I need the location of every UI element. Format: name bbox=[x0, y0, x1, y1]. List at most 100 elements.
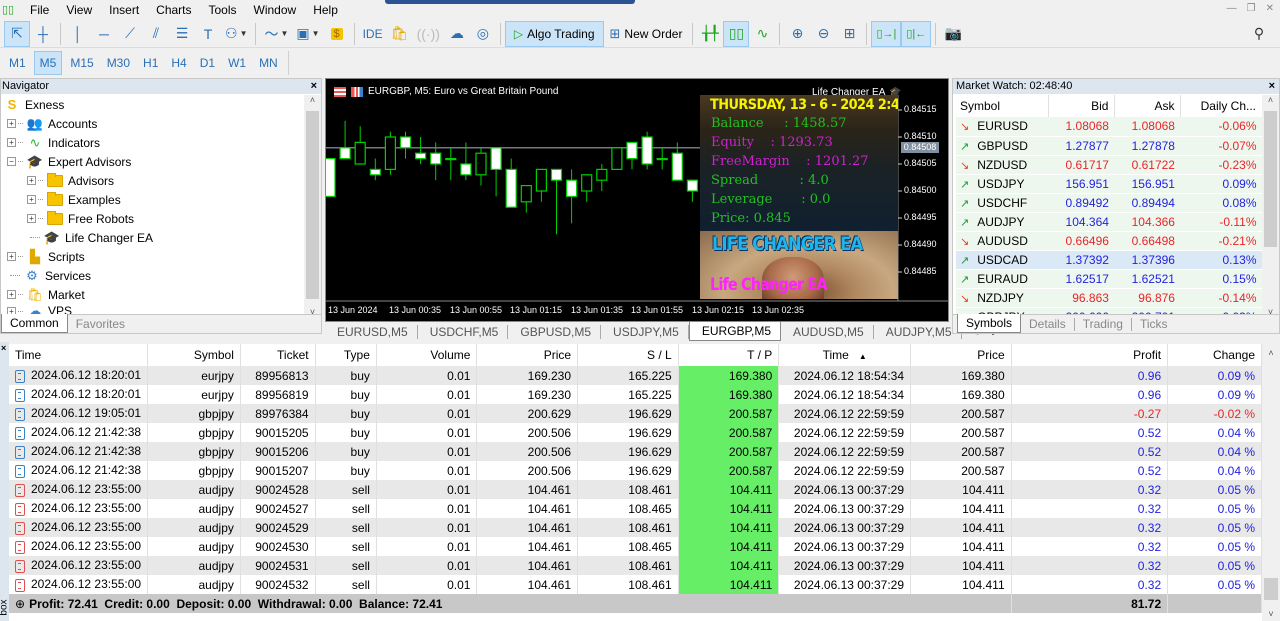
column-change[interactable]: Change bbox=[1167, 344, 1262, 366]
nav-item-life-changer-ea[interactable]: 🎓 Life Changer EA bbox=[30, 228, 153, 247]
tab-ticks[interactable]: Ticks bbox=[1132, 317, 1176, 331]
line-chart-button[interactable]: ∿ bbox=[749, 21, 775, 47]
chart-shift-button[interactable]: ▯|← bbox=[901, 20, 932, 47]
market-watch-row[interactable]: ↘ NZDUSD 0.61717 0.61722 -0.23% bbox=[956, 155, 1263, 175]
timeframe-w1[interactable]: W1 bbox=[223, 51, 251, 75]
column-tp[interactable]: T / P bbox=[678, 344, 780, 366]
chart-tab-usdchf[interactable]: USDCHF,M5 bbox=[418, 324, 509, 339]
scroll-up-icon[interactable]: ˄ bbox=[1262, 348, 1280, 358]
fibonacci-button[interactable]: ☰ bbox=[169, 21, 195, 47]
timeframe-h1[interactable]: H1 bbox=[138, 51, 163, 75]
scrollbar-thumb[interactable] bbox=[1264, 111, 1277, 247]
column-close-price[interactable]: Price bbox=[910, 344, 1012, 366]
crosshair-tool-button[interactable]: ┼ bbox=[30, 21, 56, 47]
menu-window[interactable]: Window bbox=[248, 3, 308, 17]
market-watch-scrollbar[interactable]: ˄ ˅ bbox=[1262, 95, 1279, 317]
column-symbol[interactable]: Symbol bbox=[147, 344, 241, 366]
new-order-button[interactable]: ⊞ New Order bbox=[604, 21, 689, 47]
tab-favorites[interactable]: Favorites bbox=[68, 315, 133, 333]
trade-row[interactable]: 2024.06.12 23:55:00 audjpy 90024529 sell 0.0… bbox=[9, 518, 1262, 537]
market-watch-row[interactable]: ↘ EURUSD 1.08068 1.08068 -0.06% bbox=[956, 117, 1263, 137]
chart-window[interactable]: EURGBP, M5: Euro vs Great Britain Pound … bbox=[325, 78, 949, 322]
tab-trading[interactable]: Trading bbox=[1075, 317, 1132, 331]
cursor-tool-button[interactable]: ⇱ bbox=[4, 20, 30, 47]
nav-item-services[interactable]: ⚙ Services bbox=[10, 266, 91, 285]
close-icon[interactable]: × bbox=[1269, 79, 1275, 94]
signals-button[interactable]: $ bbox=[324, 21, 350, 47]
nav-item-expert-advisors[interactable]: − 🎓 Expert Advisors bbox=[7, 152, 131, 171]
column-price[interactable]: Price bbox=[476, 344, 579, 366]
expand-icon[interactable]: + bbox=[7, 138, 16, 147]
scroll-down-icon[interactable]: ˅ bbox=[1262, 609, 1280, 619]
minimize-icon[interactable]: — bbox=[1227, 3, 1237, 14]
column-close-time[interactable]: Time ▲ bbox=[778, 344, 912, 366]
column-type[interactable]: Type bbox=[315, 344, 377, 366]
trade-row[interactable]: 2024.06.12 23:55:00 audjpy 90024528 sell 0.0… bbox=[9, 480, 1262, 499]
auto-scroll-button[interactable]: ▯→| bbox=[871, 20, 902, 47]
menu-insert[interactable]: Insert bbox=[103, 3, 150, 17]
menu-help[interactable]: Help bbox=[307, 3, 349, 17]
trade-row[interactable]: 2024.06.12 18:20:01 eurjpy 89956819 buy 0.01… bbox=[9, 385, 1262, 404]
tile-windows-button[interactable]: ⊞ bbox=[836, 21, 862, 47]
trade-row[interactable]: 2024.06.12 23:55:00 audjpy 90024531 sell 0.0… bbox=[9, 556, 1262, 575]
nav-item-exness[interactable]: S Exness bbox=[4, 95, 65, 114]
horizontal-line-button[interactable]: ─ bbox=[91, 21, 117, 47]
timeframe-m5[interactable]: M5 bbox=[33, 51, 63, 75]
algo-trading-button[interactable]: ▷ Algo Trading bbox=[504, 20, 604, 47]
menu-file[interactable]: File bbox=[24, 3, 60, 17]
trade-row[interactable]: 2024.06.12 23:55:00 audjpy 90024530 sell 0.0… bbox=[9, 537, 1262, 556]
navigator-scrollbar[interactable]: ˄ ˅ bbox=[304, 95, 321, 317]
zoom-in-button[interactable]: ⊕ bbox=[784, 21, 810, 47]
templates-button[interactable]: ▣ ▼ bbox=[292, 21, 323, 47]
column-open-time[interactable]: Time bbox=[9, 344, 149, 366]
nav-item-accounts[interactable]: + 👥 Accounts bbox=[7, 114, 97, 133]
market-button[interactable]: 🛍 bbox=[387, 21, 413, 47]
chart-tab-eurusd[interactable]: EURUSD,M5 bbox=[325, 324, 418, 339]
scrollbar-thumb[interactable] bbox=[306, 111, 319, 299]
chart-tab-eurgbp[interactable]: EURGBP,M5 bbox=[688, 322, 781, 341]
column-daily-change[interactable]: Daily Ch... bbox=[1180, 95, 1263, 117]
scrollbar-thumb[interactable] bbox=[1264, 578, 1278, 600]
ide-button[interactable]: IDE bbox=[359, 21, 387, 47]
trades-scrollbar[interactable]: ˄ ˅ bbox=[1262, 344, 1280, 621]
screenshot-button[interactable]: 📷 bbox=[940, 21, 966, 47]
collapse-icon[interactable]: − bbox=[7, 157, 16, 166]
trade-row[interactable]: 2024.06.12 18:20:01 eurjpy 89956813 buy 0.01… bbox=[9, 366, 1262, 385]
nav-item-advisors[interactable]: + Advisors bbox=[27, 171, 114, 190]
zoom-out-button[interactable]: ⊖ bbox=[810, 21, 836, 47]
restore-icon[interactable]: ❐ bbox=[1247, 3, 1256, 14]
expand-icon[interactable]: + bbox=[7, 252, 16, 261]
trade-row[interactable]: 2024.06.12 23:55:00 audjpy 90024527 sell 0.0… bbox=[9, 499, 1262, 518]
column-symbol[interactable]: Symbol bbox=[956, 95, 1050, 117]
chart-tab-usdjpy[interactable]: USDJPY,M5 bbox=[601, 324, 689, 339]
timeframe-m15[interactable]: M15 bbox=[65, 51, 98, 75]
chart-tab-gbpusd[interactable]: GBPUSD,M5 bbox=[508, 324, 602, 339]
expand-icon[interactable]: + bbox=[27, 195, 36, 204]
menu-tools[interactable]: Tools bbox=[203, 3, 248, 17]
search-button[interactable]: ⚲ bbox=[1246, 21, 1272, 47]
channel-button[interactable]: ⫽ bbox=[143, 21, 169, 47]
column-bid[interactable]: Bid bbox=[1048, 95, 1116, 117]
market-watch-row[interactable]: ↗ USDCHF 0.89492 0.89494 0.08% bbox=[956, 193, 1263, 213]
nav-item-free-robots[interactable]: + Free Robots bbox=[27, 209, 134, 228]
text-button[interactable]: T bbox=[195, 21, 221, 47]
timeframe-m1[interactable]: M1 bbox=[4, 51, 31, 75]
trade-row[interactable]: 2024.06.12 21:42:38 gbpjpy 90015206 buy 0.01… bbox=[9, 442, 1262, 461]
close-icon[interactable]: × bbox=[311, 79, 317, 94]
expand-icon[interactable]: + bbox=[27, 214, 36, 223]
menu-charts[interactable]: Charts bbox=[150, 3, 202, 17]
market-watch-row[interactable]: ↗ AUDJPY 104.364 104.366 -0.11% bbox=[956, 212, 1263, 232]
timeframe-h4[interactable]: H4 bbox=[166, 51, 191, 75]
tab-details[interactable]: Details bbox=[1021, 317, 1075, 331]
vps-button[interactable]: ☁ bbox=[444, 21, 470, 47]
scroll-up-icon[interactable]: ˄ bbox=[1262, 95, 1279, 105]
tab-common[interactable]: Common bbox=[1, 314, 68, 333]
shapes-button[interactable]: ⚇ ▼ bbox=[221, 21, 251, 47]
close-icon[interactable]: ✕ bbox=[1266, 3, 1274, 14]
timeframe-d1[interactable]: D1 bbox=[195, 51, 220, 75]
timeframe-m30[interactable]: M30 bbox=[102, 51, 135, 75]
close-icon[interactable]: × bbox=[1, 343, 6, 353]
market-watch-row[interactable]: ↗ EURAUD 1.62517 1.62521 0.15% bbox=[956, 269, 1263, 289]
broadcast-button[interactable]: ((·)) bbox=[413, 21, 444, 47]
trade-row[interactable]: 2024.06.12 21:42:38 gbpjpy 90015205 buy 0.01… bbox=[9, 423, 1262, 442]
